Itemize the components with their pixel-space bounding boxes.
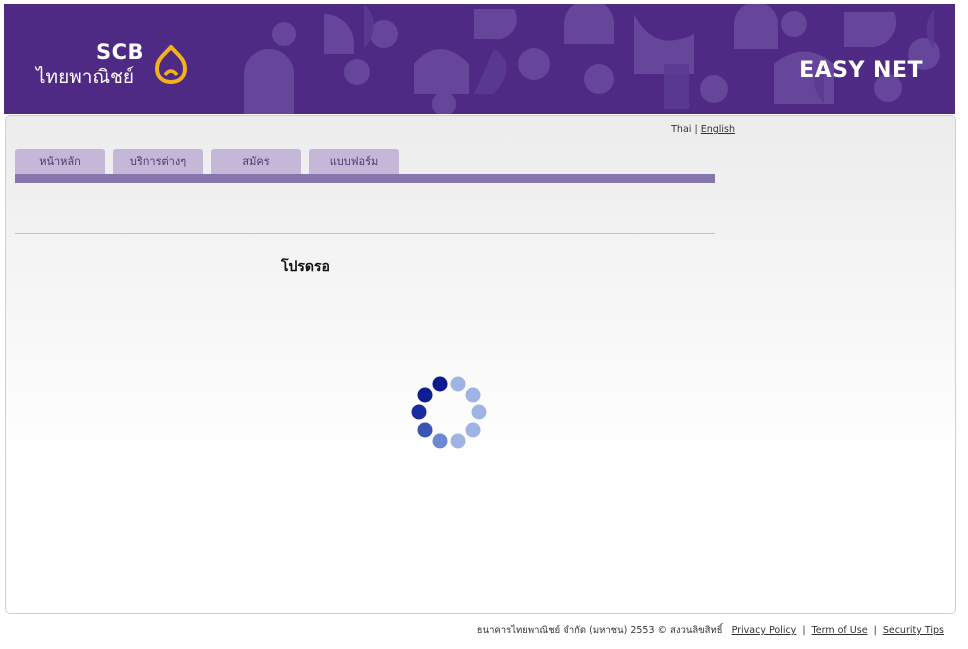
terms-of-use-link[interactable]: Term of Use — [812, 625, 868, 636]
language-english-link[interactable]: English — [701, 124, 735, 135]
tab-register[interactable]: สมัคร — [211, 149, 301, 175]
loading-spinner-icon — [411, 376, 487, 449]
footer-copyright: ธนาคารไทยพาณิชย์ จำกัด (มหาชน) 2553 © สง… — [476, 625, 723, 636]
tab-services[interactable]: บริการต่างๆ — [113, 149, 203, 175]
content-panel: Thai | English หน้าหลัก บริการต่างๆ สมัค… — [5, 115, 956, 614]
nav-bar — [15, 174, 715, 183]
footer-separator: | — [802, 625, 806, 636]
privacy-policy-link[interactable]: Privacy Policy — [732, 625, 797, 636]
logo-thai-name: ไทยพาณิชย์ — [36, 66, 135, 88]
tab-home[interactable]: หน้าหลัก — [15, 149, 105, 175]
scb-logo[interactable]: SCB ไทยพาณิชย์ — [32, 40, 202, 88]
language-switcher: Thai | English — [671, 124, 735, 135]
footer: ธนาคารไทยพาณิชย์ จำกัด (มหาชน) 2553 © สง… — [477, 623, 944, 638]
footer-separator: | — [873, 625, 877, 636]
divider — [15, 233, 715, 234]
language-thai[interactable]: Thai — [671, 124, 691, 135]
product-name: EASY NET — [799, 58, 923, 83]
logo-brand: SCB — [96, 40, 145, 64]
scb-emblem-icon — [154, 45, 188, 85]
language-separator: | — [694, 124, 698, 135]
please-wait-text: โปรดรอ — [281, 259, 330, 275]
tab-forms[interactable]: แบบฟอร์ม — [309, 149, 399, 175]
header-banner: SCB ไทยพาณิชย์ EASY NET — [4, 4, 955, 114]
security-tips-link[interactable]: Security Tips — [883, 625, 944, 636]
